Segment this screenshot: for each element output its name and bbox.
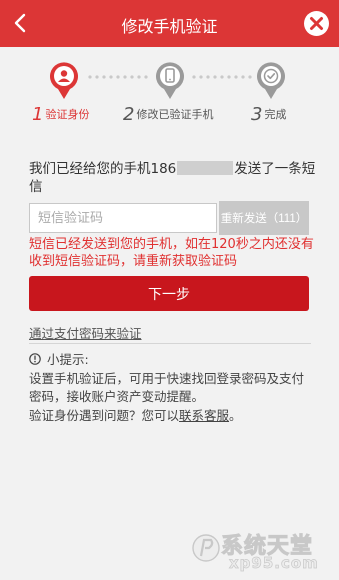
verify-with-pay-password-link[interactable]: 通过支付密码来验证	[29, 323, 142, 342]
resend-code-button[interactable]: 重新发送（111）	[219, 201, 309, 235]
next-step-button[interactable]: 下一步	[29, 276, 309, 311]
sms-sent-notice: 我们已经给您的手机186 发送了一条短信	[29, 161, 316, 195]
header-bar: 修改手机验证	[0, 0, 339, 47]
masked-phone-digits	[177, 161, 234, 175]
page-title: 修改手机验证	[121, 17, 218, 36]
user-icon	[50, 62, 78, 99]
progress-stepper: 1 验证身份 2 修改已验证手机 3 完成	[0, 62, 339, 132]
tips-question: 验证身份遇到问题？您可以联系客服。	[29, 408, 242, 423]
sms-code-input[interactable]	[29, 203, 217, 233]
site-watermark-logo: 系统天堂 xp95.com	[191, 526, 331, 572]
step-3-label: 3 完成	[251, 104, 287, 125]
info-icon	[29, 352, 41, 365]
phone-icon	[156, 62, 184, 99]
watermark-icon	[192, 534, 220, 562]
check-icon	[257, 62, 285, 99]
tips-body: 设置手机验证后，可用于快速找回登录密码及支付密码，接收账户资产变动提醒。	[29, 371, 305, 404]
divider	[29, 343, 311, 344]
contact-support-link[interactable]: 联系客服	[179, 408, 229, 423]
sms-warning-text: 短信已经发送到您的手机，如在120秒之内还没有收到短信验证码，请重新获取验证码	[29, 237, 314, 269]
step-1-label: 1 验证身份	[32, 104, 90, 125]
step-2-label: 2 修改已验证手机	[123, 104, 214, 125]
close-circle-icon[interactable]	[303, 10, 330, 37]
step-connector	[192, 75, 252, 79]
watermark-url: xp95.com	[229, 554, 319, 573]
step-connector	[88, 75, 148, 79]
tips-heading: 小提示:	[29, 349, 89, 368]
